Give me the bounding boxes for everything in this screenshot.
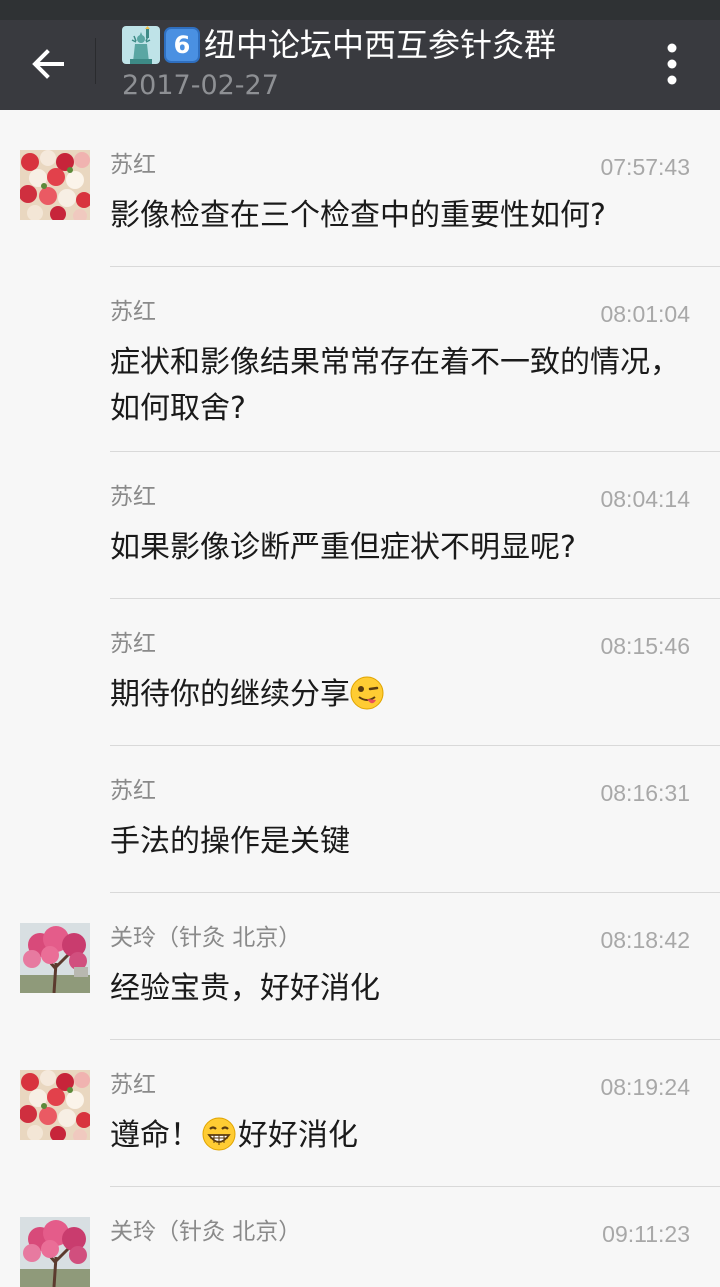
message-text[interactable]: 期待你的继续分享 bbox=[110, 672, 700, 718]
message-text[interactable]: 遵命！ 好好消化 bbox=[110, 1113, 700, 1159]
message-text-prefix: 遵命！ bbox=[110, 1118, 200, 1153]
message-time: 08:01:04 bbox=[600, 301, 690, 327]
avatar[interactable] bbox=[20, 923, 90, 993]
sender-name: 苏红 bbox=[110, 631, 156, 657]
avatar[interactable] bbox=[20, 150, 90, 220]
chat-header: 6 纽中论坛中西互参针灸群 2017-02-27 bbox=[0, 20, 720, 110]
message-divider bbox=[110, 1186, 720, 1187]
chat-title: 纽中论坛中西互参针灸群 bbox=[204, 26, 557, 64]
sender-name: 苏红 bbox=[110, 152, 156, 178]
message-time: 08:15:46 bbox=[600, 633, 690, 659]
message-text[interactable]: 如果影像诊断严重但症状不明显呢? bbox=[110, 525, 700, 571]
back-button[interactable] bbox=[14, 34, 82, 94]
more-button[interactable] bbox=[646, 38, 698, 90]
flowers-avatar-icon bbox=[20, 1070, 90, 1140]
message-text[interactable]: 经验宝贵，好好消化 bbox=[110, 966, 700, 1012]
header-divider bbox=[95, 38, 96, 84]
message-divider bbox=[110, 266, 720, 267]
message-time: 08:18:42 bbox=[600, 927, 690, 953]
sender-name: 苏红 bbox=[110, 299, 156, 325]
chat-title-row: 6 纽中论坛中西互参针灸群 bbox=[122, 24, 556, 66]
sender-name: 关玲（针灸 北京） bbox=[110, 925, 302, 951]
message-text[interactable]: 影像检查在三个检查中的重要性如何? bbox=[110, 193, 700, 239]
message-time: 08:04:14 bbox=[600, 486, 690, 512]
grinning-face-icon bbox=[202, 1117, 236, 1151]
message-time: 07:57:43 bbox=[600, 154, 690, 180]
blossom-tree-avatar-icon bbox=[20, 1217, 90, 1287]
avatar[interactable] bbox=[20, 1217, 90, 1287]
chat-date: 2017-02-27 bbox=[122, 70, 279, 101]
message-divider bbox=[110, 598, 720, 599]
message-time: 08:19:24 bbox=[600, 1074, 690, 1100]
message-text[interactable]: 症状和影像结果常常存在着不一致的情况，如何取舍? bbox=[110, 340, 700, 432]
statue-of-liberty-icon bbox=[122, 26, 160, 64]
winking-tongue-face-icon bbox=[350, 676, 384, 710]
message-divider bbox=[110, 1039, 720, 1040]
message-time: 08:16:31 bbox=[600, 780, 690, 806]
sender-name: 苏红 bbox=[110, 1072, 156, 1098]
message-divider bbox=[110, 892, 720, 893]
message-divider bbox=[110, 451, 720, 452]
message-divider bbox=[110, 745, 720, 746]
sender-name: 苏红 bbox=[110, 484, 156, 510]
message-time: 09:11:23 bbox=[602, 1221, 690, 1247]
blossom-tree-avatar-icon bbox=[20, 923, 90, 993]
sender-name: 苏红 bbox=[110, 778, 156, 804]
arrow-left-icon bbox=[32, 49, 64, 79]
flowers-avatar-icon bbox=[20, 150, 90, 220]
keycap-6-icon: 6 bbox=[164, 27, 200, 63]
message-text-content: 好好消化 bbox=[238, 1118, 358, 1153]
status-bar bbox=[0, 0, 720, 20]
avatar[interactable] bbox=[20, 1070, 90, 1140]
message-text-content: 期待你的继续分享 bbox=[110, 677, 350, 712]
more-vertical-icon bbox=[667, 43, 677, 85]
message-text[interactable]: 手法的操作是关键 bbox=[110, 819, 700, 865]
